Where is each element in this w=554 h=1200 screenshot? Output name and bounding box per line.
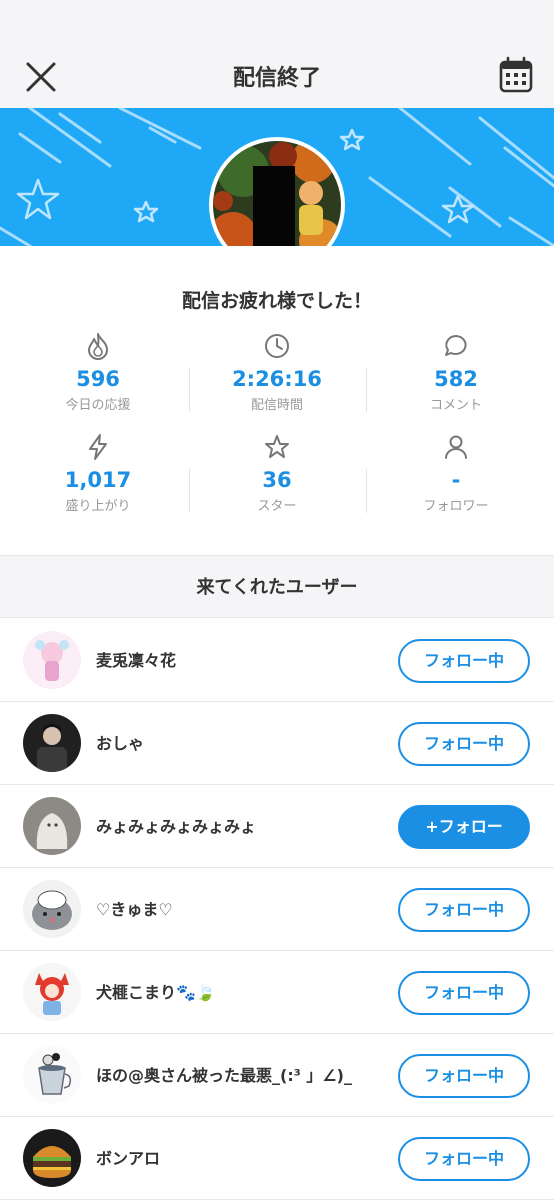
stat-value: 2:26:16 xyxy=(232,367,322,391)
user-name: おしゃ xyxy=(96,734,145,753)
list-item[interactable]: 犬榧こまり🐾🍃 フォロー中 xyxy=(0,951,554,1034)
stat-followers: - フォロワー xyxy=(366,433,546,514)
stat-comments: 582 コメント xyxy=(366,332,546,413)
list-item[interactable]: おしゃ フォロー中 xyxy=(0,702,554,785)
header-bar: 配信終了 xyxy=(0,0,554,108)
visitor-list: 麦兎凜々花 フォロー中 おしゃ フォロー中 みょみょみょみょみょ +フォロー ♡… xyxy=(0,618,554,1200)
following-button[interactable]: フォロー中 xyxy=(398,971,530,1015)
user-name: 麦兎凜々花 xyxy=(96,651,177,670)
following-button[interactable]: フォロー中 xyxy=(398,722,530,766)
list-item[interactable]: ほの@奥さん被った最悪_(:³ 」∠)_ フォロー中 xyxy=(0,1034,554,1117)
stat-label: フォロワー xyxy=(423,499,489,514)
following-button[interactable]: フォロー中 xyxy=(398,639,530,683)
thanks-message: 配信お疲れ様でした！ xyxy=(181,290,372,312)
stream-summary-card: 配信お疲れ様でした！ 596 今日の応援 2:26:16 配信時間 582 コメ… xyxy=(0,246,554,555)
user-avatar[interactable] xyxy=(23,631,81,689)
user-avatar[interactable] xyxy=(23,1046,81,1104)
user-name: みょみょみょみょみょ xyxy=(96,817,257,836)
user-avatar[interactable] xyxy=(23,714,81,772)
user-avatar[interactable] xyxy=(23,880,81,938)
star-icon xyxy=(265,435,289,458)
follow-button[interactable]: +フォロー xyxy=(398,805,530,849)
stat-label: スター xyxy=(257,499,297,514)
stat-excitement: 1,017 盛り上がり xyxy=(8,433,188,514)
stat-value: 582 xyxy=(434,367,478,391)
lightning-icon xyxy=(89,434,107,460)
user-avatar[interactable] xyxy=(23,797,81,855)
calendar-icon[interactable] xyxy=(498,56,534,94)
user-name: ♡きゅま♡ xyxy=(96,900,173,919)
list-item[interactable]: ボンアロ フォロー中 xyxy=(0,1117,554,1200)
following-button[interactable]: フォロー中 xyxy=(398,1054,530,1098)
stat-label: 今日の応援 xyxy=(65,398,131,413)
user-avatar[interactable] xyxy=(23,963,81,1021)
stat-value: 596 xyxy=(76,367,120,391)
stat-stars: 36 スター xyxy=(187,433,367,514)
user-avatar[interactable] xyxy=(23,1129,81,1187)
list-item[interactable]: ♡きゅま♡ フォロー中 xyxy=(0,868,554,951)
page-title: 配信終了 xyxy=(232,66,321,91)
user-name: ほの@奥さん被った最悪_(:³ 」∠)_ xyxy=(96,1066,352,1085)
following-button[interactable]: フォロー中 xyxy=(398,1137,530,1181)
visitors-section-title: 来てくれたユーザー xyxy=(0,555,554,618)
user-name: ボンアロ xyxy=(96,1149,161,1168)
stat-label: 配信時間 xyxy=(250,398,303,413)
user-name: 犬榧こまり🐾🍃 xyxy=(96,983,216,1002)
stat-label: コメント xyxy=(429,398,482,413)
stat-stream-time: 2:26:16 配信時間 xyxy=(187,332,367,413)
person-icon xyxy=(445,435,467,459)
stat-value: - xyxy=(451,468,461,492)
list-item[interactable]: みょみょみょみょみょ +フォロー xyxy=(0,785,554,868)
following-button[interactable]: フォロー中 xyxy=(398,888,530,932)
comment-icon xyxy=(445,335,467,356)
stat-value: 1,017 xyxy=(64,468,132,492)
clock-icon xyxy=(265,334,289,358)
list-item[interactable]: 麦兎凜々花 フォロー中 xyxy=(0,619,554,702)
stat-label: 盛り上がり xyxy=(65,499,131,514)
flame-icon xyxy=(88,333,108,360)
stat-value: 36 xyxy=(262,468,292,492)
stat-support-today: 596 今日の応援 xyxy=(8,332,188,413)
